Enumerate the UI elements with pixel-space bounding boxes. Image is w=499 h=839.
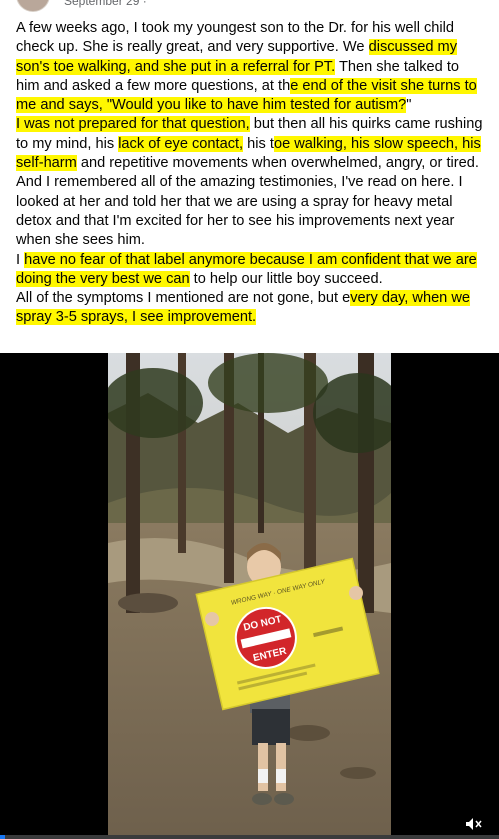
post-body: A few weeks ago, I took my youngest son … <box>16 19 486 328</box>
child-shorts <box>252 709 290 745</box>
video-player[interactable]: WRONG WAY · ONE WAY ONLY DO NOT ENTER <box>0 353 499 839</box>
post-paragraph: All of the symptoms I mentioned are not … <box>16 289 486 328</box>
post-paragraph: And I remembered all of the amazing test… <box>16 173 486 250</box>
post-text-segment: And I remembered all of the amazing test… <box>16 174 463 249</box>
video-frame[interactable]: WRONG WAY · ONE WAY ONLY DO NOT ENTER <box>108 353 391 839</box>
post-text-segment: All of the symptoms I mentioned are not … <box>16 290 351 307</box>
child-right-hand <box>349 586 363 600</box>
post-date[interactable]: September 29 · <box>64 0 147 8</box>
post-paragraph: A few weeks ago, I took my youngest son … <box>16 19 486 115</box>
post-paragraph: I was not prepared for that question, bu… <box>16 115 486 173</box>
post-text-segment: " <box>406 97 412 114</box>
highlighted-text: lack of eye contact, <box>118 135 244 152</box>
post-paragraph: I have no fear of that label anymore bec… <box>16 251 486 290</box>
volume-icon[interactable] <box>465 817 485 831</box>
post-text-segment: to help our little boy succeed. <box>189 270 383 287</box>
video-progress-fill <box>0 835 5 839</box>
post-text-segment: his t <box>243 135 274 152</box>
child-left-hand <box>205 612 219 626</box>
video-progress-track[interactable] <box>0 835 499 839</box>
avatar[interactable] <box>16 0 50 12</box>
post-text-segment: and repetitive movements when overwhelme… <box>76 155 479 172</box>
post-header: September 29 · <box>0 0 499 12</box>
post-text-segment: I <box>16 251 25 268</box>
highlighted-text: I was not prepared for that question, <box>16 116 250 133</box>
